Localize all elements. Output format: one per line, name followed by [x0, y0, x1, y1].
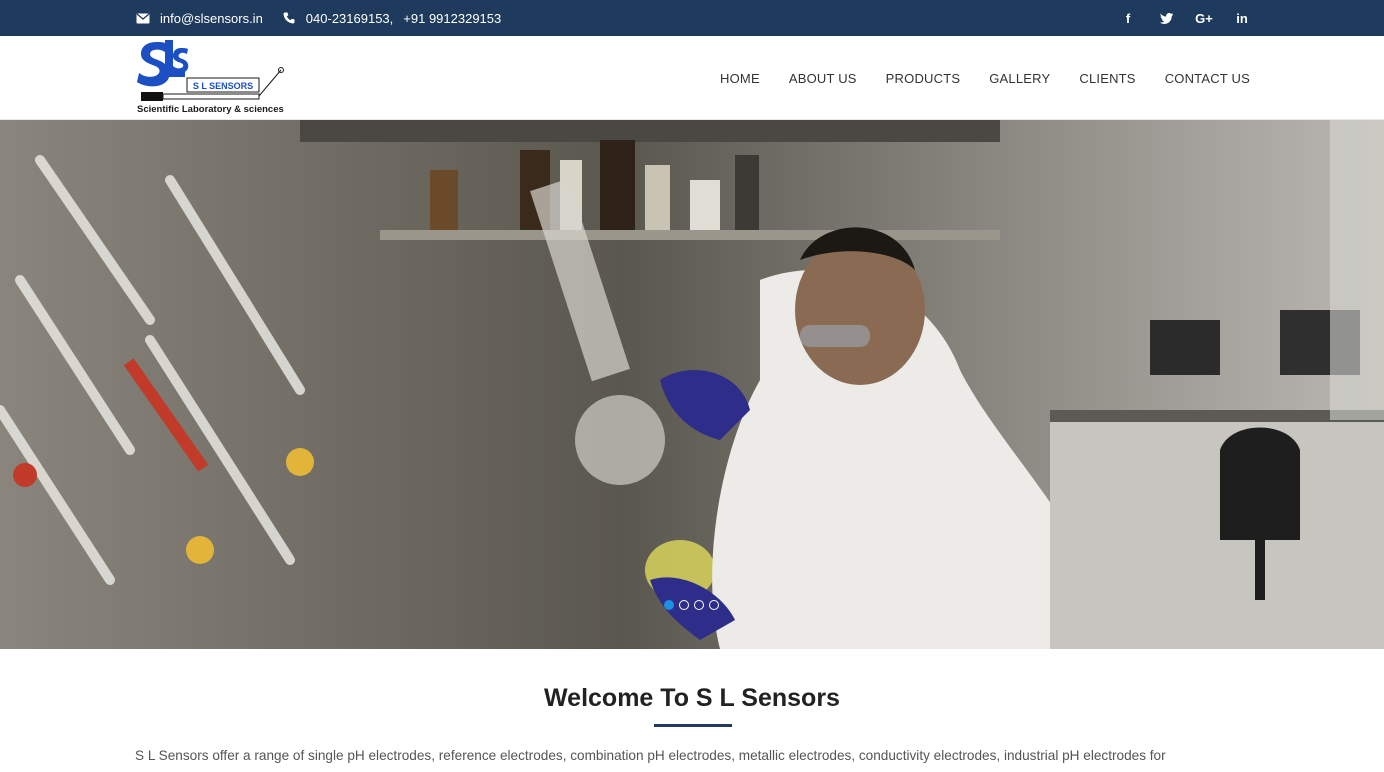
phone-icon	[281, 10, 297, 26]
top-contact-bar: info@slsensors.in 040-23169153, +91 9912…	[0, 0, 1384, 36]
facebook-icon[interactable]: f	[1120, 10, 1136, 26]
slide-dot-4[interactable]	[709, 600, 719, 610]
logo-tagline: Scientific Laboratory & sciences	[137, 104, 284, 115]
slide-dot-2[interactable]	[679, 600, 689, 610]
intro-paragraph: S L Sensors offer a range of single pH e…	[135, 748, 1166, 763]
nav-contact-us[interactable]: CONTACT US	[1165, 71, 1250, 86]
logo-mark: S L SENSORS	[137, 40, 284, 101]
envelope-icon	[135, 10, 151, 26]
site-header: S L SENSORS Scientific Laboratory & scie…	[0, 36, 1384, 120]
twitter-icon[interactable]	[1158, 10, 1174, 26]
slide-dot-3[interactable]	[694, 600, 704, 610]
slide-dot-1[interactable]	[664, 600, 674, 610]
email-text[interactable]: info@slsensors.in	[160, 11, 263, 26]
logo-brand-text: S L SENSORS	[193, 81, 253, 91]
phone-number-1[interactable]: 040-23169153,	[306, 11, 393, 26]
phone-contact[interactable]: 040-23169153, +91 9912329153	[281, 10, 501, 26]
heading-underline	[654, 724, 732, 727]
nav-clients[interactable]: CLIENTS	[1079, 71, 1135, 86]
hero-image	[0, 120, 1384, 649]
main-navigation: HOME ABOUT US PRODUCTS GALLERY CLIENTS C…	[691, 36, 1250, 120]
site-logo[interactable]: S L SENSORS Scientific Laboratory & scie…	[135, 38, 287, 118]
contact-info: info@slsensors.in 040-23169153, +91 9912…	[135, 0, 519, 36]
welcome-heading: Welcome To S L Sensors	[544, 684, 840, 712]
hero-slider[interactable]	[0, 120, 1384, 649]
slider-indicators	[664, 600, 724, 610]
email-contact[interactable]: info@slsensors.in	[135, 10, 263, 26]
nav-products[interactable]: PRODUCTS	[886, 71, 961, 86]
nav-home[interactable]: HOME	[720, 71, 760, 86]
social-links: f G+ in	[1098, 0, 1250, 36]
nav-gallery[interactable]: GALLERY	[989, 71, 1050, 86]
google-plus-icon[interactable]: G+	[1195, 10, 1213, 26]
linkedin-icon[interactable]: in	[1234, 10, 1250, 26]
phone-number-2[interactable]: +91 9912329153	[403, 11, 501, 26]
nav-about-us[interactable]: ABOUT US	[789, 71, 857, 86]
